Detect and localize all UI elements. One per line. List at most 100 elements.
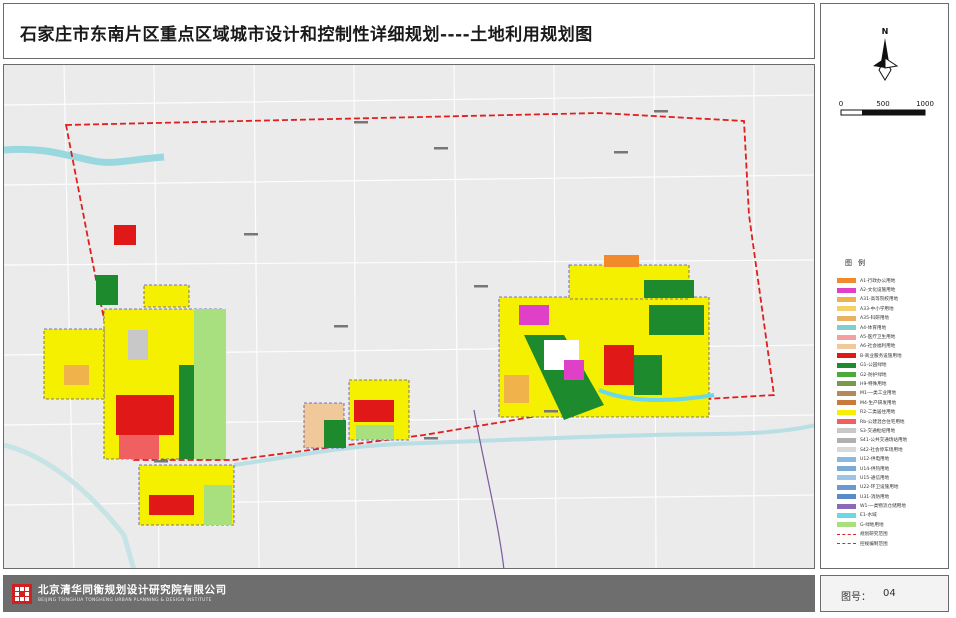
legend-swatch — [837, 296, 856, 302]
legend-swatch — [837, 428, 856, 434]
legend-item: M1-一类工业用地 — [837, 389, 949, 398]
legend-label: G-绿地用地 — [860, 522, 884, 528]
legend-swatch — [837, 437, 856, 443]
legend-label: Rb-公建混合住宅用地 — [860, 419, 905, 425]
legend-swatch — [837, 522, 856, 528]
company-name-en: BEIJING TSINGHUA TONGHENG URBAN PLANNING… — [38, 598, 212, 603]
legend-label: A5-医疗卫生用地 — [860, 335, 896, 341]
legend-swatch — [837, 503, 856, 509]
legend-item: A1-行政办公用地 — [837, 276, 949, 285]
legend-item: 规划研究范围 — [837, 530, 949, 539]
legend-item: U14-供热用地 — [837, 464, 949, 473]
map-panel[interactable] — [3, 64, 815, 569]
legend-item: U22-环卫设施用地 — [837, 483, 949, 492]
legend-swatch — [837, 409, 856, 415]
legend-label: A33-中小学用地 — [860, 306, 894, 312]
legend-list: A1-行政办公用地 A2-文化设施用地 A31-高等院校用地 A33-中小学用地 A35… — [837, 276, 949, 548]
north-label: N — [882, 27, 889, 36]
legend-item: S3-交通枢纽用地 — [837, 426, 949, 435]
legend-item: S41-公共交通场站用地 — [837, 436, 949, 445]
legend-label: M1-一类工业用地 — [860, 391, 897, 397]
legend-label: A1-行政办公用地 — [860, 278, 896, 284]
legend-swatch — [837, 400, 856, 406]
legend-label: W1-一类物流仓储用地 — [860, 504, 906, 510]
legend-swatch — [837, 325, 856, 331]
legend-swatch — [837, 381, 856, 387]
legend-item: B-商业服务设施用地 — [837, 351, 949, 360]
legend-item: M4-生产研发用地 — [837, 398, 949, 407]
scale-label-1000: 1000 — [916, 100, 934, 108]
legend-label: A2-文化设施用地 — [860, 288, 896, 294]
legend-swatch — [837, 287, 856, 293]
legend-swatch — [837, 543, 856, 545]
legend-item: Rb-公建混合住宅用地 — [837, 417, 949, 426]
figure-number-panel: 图号： 04 — [820, 575, 949, 612]
legend-item: A33-中小学用地 — [837, 304, 949, 313]
company-logo-icon — [12, 584, 32, 604]
legend-label: U31-消防用地 — [860, 494, 890, 500]
legend-item: G-绿地用地 — [837, 520, 949, 529]
legend-item: A31-高等院校用地 — [837, 295, 949, 304]
legend-label: U15-通信用地 — [860, 475, 890, 481]
legend-label: U14-供热用地 — [860, 466, 890, 472]
legend-item: 控规编制范围 — [837, 539, 949, 548]
legend-label: U22-环卫设施用地 — [860, 485, 899, 491]
legend-label: A6-社会福利用地 — [860, 344, 896, 350]
legend-swatch — [837, 484, 856, 490]
legend-swatch — [837, 334, 856, 340]
legend-item: H9-特殊用地 — [837, 379, 949, 388]
legend-label: A4-体育用地 — [860, 325, 887, 331]
scale-bar: 0 500 1000 — [835, 98, 945, 128]
legend-swatch — [837, 315, 856, 321]
legend-item: E1-水域 — [837, 511, 949, 520]
legend-item: U12-供电用地 — [837, 454, 949, 463]
north-arrow-icon: N — [873, 27, 899, 81]
legend-swatch — [837, 353, 856, 359]
legend-swatch — [837, 362, 856, 368]
title-panel: 石家庄市东南片区重点区域城市设计和控制性详细规划----土地利用规划图 — [3, 3, 815, 59]
legend-swatch — [837, 456, 856, 462]
legend-item: U31-消防用地 — [837, 492, 949, 501]
legend-swatch — [837, 306, 856, 312]
land-use-map[interactable] — [4, 65, 815, 569]
legend-label: A31-高等院校用地 — [860, 297, 899, 303]
footer-panel: 北京清华同衡规划设计研究院有限公司 BEIJING TSINGHUA TONGH… — [3, 575, 815, 612]
legend-item: A4-体育用地 — [837, 323, 949, 332]
legend-label: 控规编制范围 — [860, 541, 888, 547]
legend-label: S42-社会停车场用地 — [860, 447, 903, 453]
figure-number-label: 图号： — [841, 592, 871, 603]
legend-item: U15-通信用地 — [837, 473, 949, 482]
legend-label: H9-特殊用地 — [860, 381, 887, 387]
legend-label: G2-防护绿地 — [860, 372, 887, 378]
legend-title: 图例 — [845, 259, 871, 267]
scale-label-0: 0 — [839, 100, 843, 108]
figure-number-value: 04 — [883, 588, 896, 599]
legend-label: E1-水域 — [860, 513, 877, 519]
legend-item: W1-一类物流仓储用地 — [837, 501, 949, 510]
legend-label: S41-公共交通场站用地 — [860, 438, 908, 444]
legend-label: S3-交通枢纽用地 — [860, 428, 896, 434]
legend-label: 规划研究范围 — [860, 532, 888, 538]
legend-item: G2-防护绿地 — [837, 370, 949, 379]
legend-swatch — [837, 390, 856, 396]
legend-swatch — [837, 475, 856, 481]
legend-swatch — [837, 372, 856, 378]
legend-label: M4-生产研发用地 — [860, 400, 897, 406]
legend-item: A6-社会福利用地 — [837, 342, 949, 351]
legend-label: U12-供电用地 — [860, 457, 890, 463]
legend-label: R2-二类居住用地 — [860, 410, 896, 416]
legend-swatch — [837, 466, 856, 471]
legend-item: A5-医疗卫生用地 — [837, 332, 949, 341]
legend-swatch — [837, 419, 856, 425]
legend-swatch — [837, 447, 856, 453]
legend-label: G1-公园绿地 — [860, 363, 887, 369]
legend-swatch — [837, 278, 856, 284]
legend-swatch — [837, 494, 856, 500]
company-name-cn: 北京清华同衡规划设计研究院有限公司 — [38, 584, 227, 596]
legend-swatch — [837, 343, 856, 349]
map-title: 石家庄市东南片区重点区域城市设计和控制性详细规划----土地利用规划图 — [20, 25, 593, 45]
legend-item: A2-文化设施用地 — [837, 285, 949, 294]
legend-item: A35-科研用地 — [837, 314, 949, 323]
legend-item: R2-二类居住用地 — [837, 407, 949, 416]
legend-label: A35-科研用地 — [860, 316, 890, 322]
